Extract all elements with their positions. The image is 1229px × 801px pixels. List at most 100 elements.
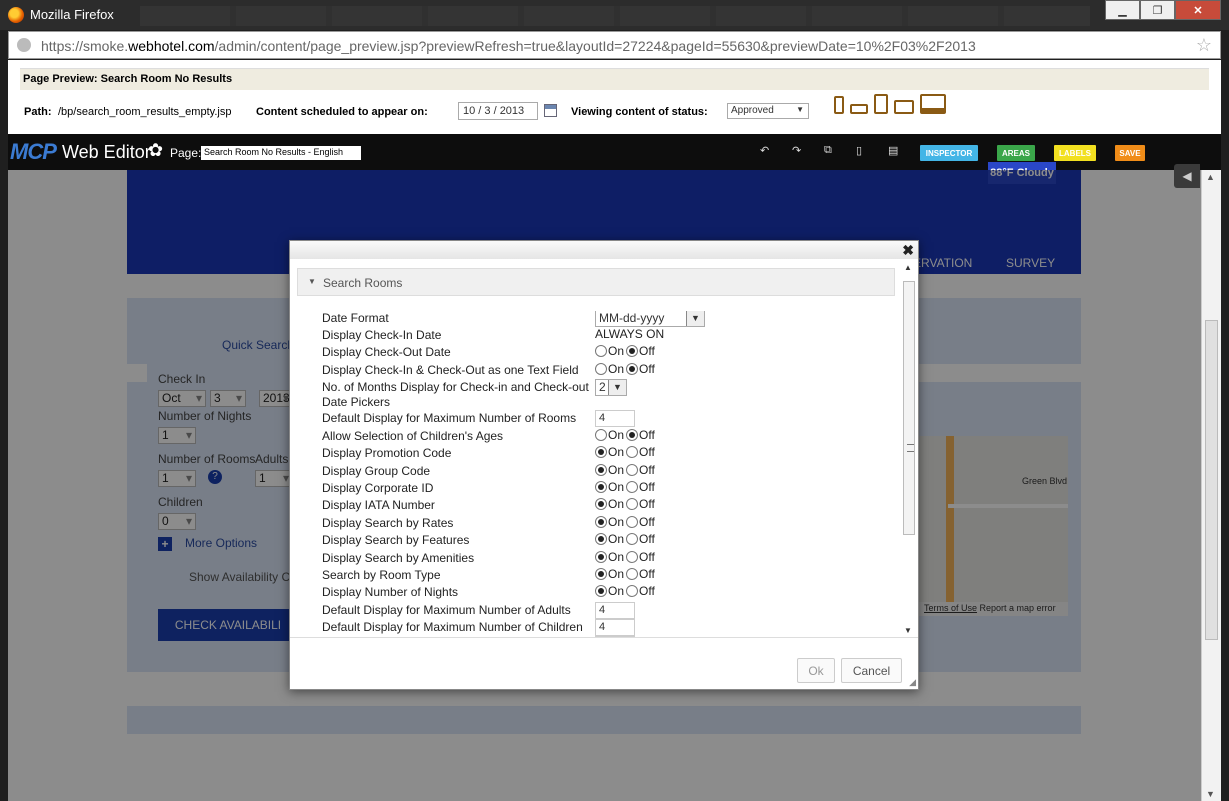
scroll-down-icon[interactable]: ▼ [1206,789,1215,799]
globe-icon [17,38,31,52]
on-off-radio-group: On Off [595,497,657,511]
scroll-up-icon[interactable]: ▲ [1206,172,1215,182]
on-off-radio-group: On Off [595,428,657,442]
radio-on[interactable] [595,429,607,441]
radio-off-label: Off [639,445,655,459]
radio-on[interactable] [595,516,607,528]
background-tabs [140,6,1090,26]
radio-on-label: On [608,567,625,581]
radio-on-label: On [608,344,625,358]
areas-button[interactable]: AREAS [997,145,1035,161]
setting-select-value: 2 [599,380,606,394]
copy-icon[interactable]: ⧉ [824,144,832,157]
save-button[interactable]: SAVE [1115,145,1145,161]
calendar-icon[interactable] [544,104,557,117]
radio-on[interactable] [595,585,607,597]
setting-number-input[interactable]: 4 [595,602,635,619]
setting-label: Display Search by Amenities [322,551,475,565]
dropdown-arrow-icon[interactable]: ▼ [608,380,626,395]
undo-icon[interactable]: ↶ [760,144,769,157]
editor-name: Web Editor [62,142,151,162]
on-off-radio-group: On Off [595,362,657,376]
radio-on[interactable] [595,363,607,375]
tablet-portrait-icon[interactable] [874,94,888,114]
scheduled-date-input[interactable]: 10 / 3 / 2013 [458,102,538,120]
minimize-icon[interactable]: ▁ [1105,0,1140,20]
radio-on[interactable] [595,568,607,580]
desktop-icon[interactable] [920,94,946,114]
on-off-radio-group: On Off [595,515,657,529]
radio-on-label: On [608,428,625,442]
dropdown-arrow-icon[interactable]: ▼ [686,311,704,326]
setting-select-wrap: 2 ▼ [595,379,627,396]
scrollbar-thumb[interactable] [1205,320,1218,640]
cancel-button[interactable]: Cancel [841,658,902,683]
close-icon[interactable]: ✖ [902,242,914,259]
inspector-button[interactable]: INSPECTOR [920,145,978,161]
setting-number-input[interactable]: 4 [595,619,635,636]
radio-on[interactable] [595,464,607,476]
collapse-panel-icon[interactable]: ◀ [1174,164,1200,188]
setting-label: Display Check-In & Check-Out as one Text… [322,363,579,377]
list-icon[interactable]: ▤ [888,144,898,157]
scroll-up-icon[interactable]: ▲ [904,263,912,272]
dialog-scrollbar[interactable]: ▲ ▼ [902,261,916,637]
radio-on[interactable] [595,446,607,458]
labels-button[interactable]: LABELS [1054,145,1096,161]
radio-on-label: On [608,497,625,511]
setting-select[interactable]: 2 ▼ [595,379,627,396]
firefox-logo-icon [8,7,24,23]
url-text[interactable]: https://smoke.webhotel.com/admin/content… [41,38,976,54]
scroll-down-icon[interactable]: ▼ [904,626,912,635]
radio-off[interactable] [626,363,639,375]
redo-icon[interactable]: ↷ [792,144,801,157]
radio-off-label: Off [639,550,655,564]
bookmark-star-icon[interactable]: ☆ [1196,35,1212,56]
path-value: /bp/search_room_results_empty.jsp [58,106,232,118]
radio-off[interactable] [626,429,639,441]
setting-label: Display Check-In Date [322,328,442,342]
tablet-landscape-icon[interactable] [894,100,914,114]
radio-off[interactable] [626,481,639,493]
radio-off[interactable] [626,533,639,545]
grip-icon [907,444,914,452]
settings-dialog: ✖ ▼ Search Rooms Date Format MM-dd-yyyy ▼ D… [289,240,919,690]
radio-off[interactable] [626,345,639,357]
radio-off[interactable] [626,551,639,563]
radio-off[interactable] [626,585,639,597]
setting-label: Display Number of Nights [322,585,459,599]
radio-off[interactable] [626,516,639,528]
phone-portrait-icon[interactable] [834,96,844,114]
setting-select[interactable]: MM-dd-yyyy ▼ [595,311,705,327]
on-off-radio-group: On Off [595,344,657,358]
page-select[interactable]: Search Room No Results - English [201,146,361,160]
section-header-search-rooms[interactable]: ▼ Search Rooms [297,268,895,296]
setting-label: Display Search by Rates [322,516,454,530]
radio-off[interactable] [626,464,639,476]
radio-off[interactable] [626,446,639,458]
radio-on[interactable] [595,551,607,563]
scrollbar-thumb[interactable] [903,281,915,535]
setting-number-input[interactable]: 4 [595,410,635,427]
setting-label: Display Corporate ID [322,481,434,495]
dialog-titlebar[interactable]: ✖ [290,241,918,259]
window-controls: ▁ ❐ ✕ [1105,0,1221,20]
paste-icon[interactable]: ▯ [856,144,862,157]
ok-button[interactable]: Ok [797,658,835,683]
resize-grip-icon[interactable]: ◢ [909,677,916,688]
radio-off[interactable] [626,568,639,580]
radio-on[interactable] [595,345,607,357]
radio-on[interactable] [595,498,607,510]
radio-off-label: Off [639,567,655,581]
address-bar[interactable]: https://smoke.webhotel.com/admin/content… [8,31,1221,59]
radio-on[interactable] [595,481,607,493]
page-scrollbar[interactable]: ▲ ▼ [1201,170,1221,801]
radio-off[interactable] [626,498,639,510]
status-select[interactable]: Approved [727,103,809,119]
close-window-icon[interactable]: ✕ [1175,0,1221,20]
mcp-logo: MCP [10,139,57,164]
setting-label: Allow Selection of Children's Ages [322,429,504,443]
maximize-icon[interactable]: ❐ [1140,0,1175,20]
radio-on[interactable] [595,533,607,545]
phone-landscape-icon[interactable] [850,104,868,114]
